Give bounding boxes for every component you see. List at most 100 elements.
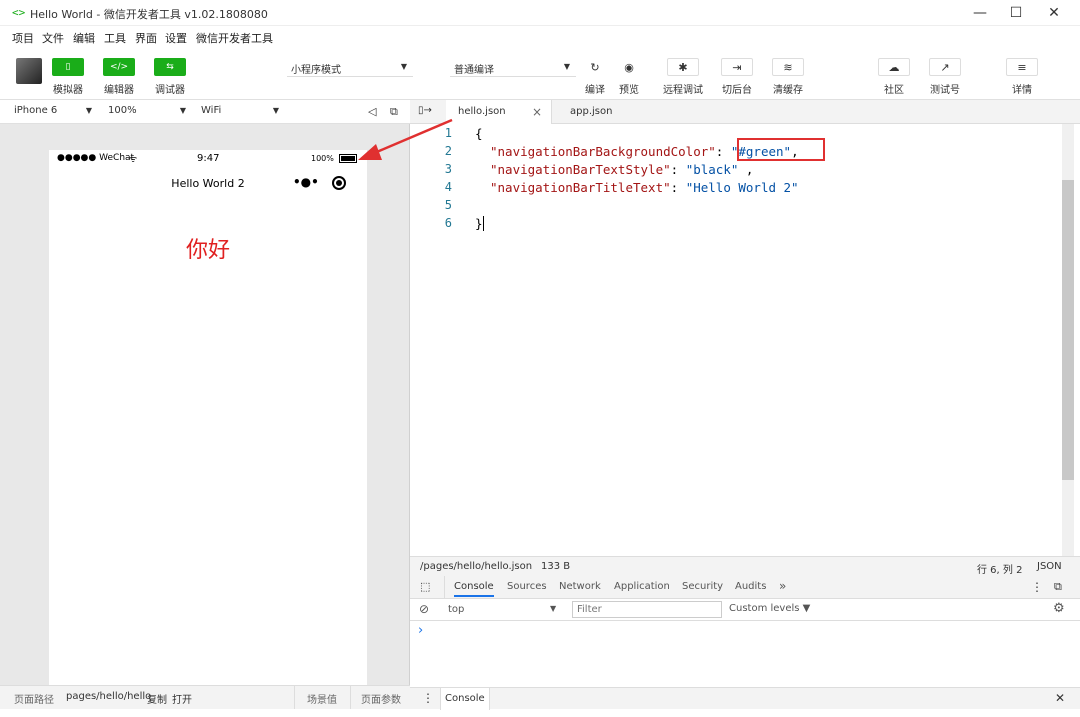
title-bar: <> Hello World - 微信开发者工具 v1.02.1808080 —… bbox=[0, 0, 1080, 26]
language-mode[interactable]: JSON bbox=[1037, 561, 1062, 572]
remote-debug-label: 远程调试 bbox=[663, 85, 703, 96]
details-label: 详情 bbox=[1012, 85, 1032, 96]
page-path-value: pages/hello/hello bbox=[66, 691, 152, 702]
code-line: } bbox=[475, 216, 484, 231]
scene-button[interactable]: 场景值 bbox=[307, 691, 337, 706]
menu-tools[interactable]: 工具 bbox=[104, 30, 126, 46]
json-key: "navigationBarTitleText" bbox=[490, 180, 671, 195]
mode-select-value: 小程序模式 bbox=[291, 65, 341, 76]
tab-app-json[interactable]: app.json bbox=[560, 100, 650, 124]
chevron-down-icon: ▼ bbox=[85, 106, 92, 115]
window-title: Hello World - 微信开发者工具 v1.02.1808080 bbox=[30, 8, 268, 21]
devtools-menu-icon[interactable]: ⋮ bbox=[1031, 580, 1043, 594]
more-icon[interactable]: •●• bbox=[293, 175, 319, 189]
menu-bar: 项目 文件 编辑 工具 界面 设置 微信开发者工具 bbox=[0, 26, 1080, 48]
copy-link[interactable]: 复制 bbox=[147, 691, 167, 706]
bug-icon[interactable]: ✱ bbox=[667, 58, 699, 76]
simulator-icon[interactable]: ▯ bbox=[52, 58, 84, 76]
tab-sources[interactable]: Sources bbox=[507, 581, 547, 592]
device-select[interactable]: iPhone 6 ▼ bbox=[10, 103, 96, 121]
drawer-tab-console[interactable]: Console bbox=[440, 688, 490, 710]
toolbar: ▯ 模拟器 </> 编辑器 ⇆ 调试器 小程序模式 ▼ 普通编译 ▼ ↻ 编译 … bbox=[0, 48, 1080, 100]
dock-icon[interactable]: ⧉ bbox=[1054, 580, 1062, 594]
gear-icon[interactable]: ⚙ bbox=[1053, 601, 1065, 616]
test-account-label: 测试号 bbox=[930, 85, 960, 96]
zoom-select[interactable]: 100% ▼ bbox=[104, 103, 190, 121]
menu-settings[interactable]: 设置 bbox=[165, 30, 187, 46]
console-drawer: ⋮ Console ✕ bbox=[410, 687, 1080, 710]
json-tail: , bbox=[738, 162, 754, 177]
context-select[interactable]: top ▼ bbox=[444, 602, 562, 618]
page-params-button[interactable]: 页面参数 bbox=[361, 691, 401, 706]
clear-console-icon[interactable]: ⊘ bbox=[419, 602, 429, 616]
background-icon[interactable]: ⇥ bbox=[721, 58, 753, 76]
menu-file[interactable]: 文件 bbox=[42, 30, 64, 46]
inspect-icon[interactable]: ⬚ bbox=[420, 580, 430, 593]
tab-audits[interactable]: Audits bbox=[735, 581, 766, 592]
network-select[interactable]: WiFi ▼ bbox=[197, 103, 283, 121]
line-number: 5 bbox=[444, 198, 452, 212]
editor-label: 编辑器 bbox=[104, 85, 134, 96]
compile-select-value: 普通编译 bbox=[454, 65, 494, 76]
close-icon[interactable]: × bbox=[532, 105, 542, 119]
editor-status-bar: /pages/hello/hello.json 133 B 行 6, 列 2 J… bbox=[410, 556, 1080, 576]
record-icon[interactable] bbox=[332, 176, 346, 190]
network-select-value: WiFi bbox=[201, 105, 222, 116]
json-separator: : bbox=[670, 180, 686, 195]
cursor-position[interactable]: 行 6, 列 2 bbox=[977, 561, 1022, 576]
editor-icon[interactable]: </> bbox=[103, 58, 135, 76]
battery-percent: 100% bbox=[311, 154, 334, 163]
minimize-button[interactable]: — bbox=[962, 0, 998, 26]
drawer-menu-icon[interactable]: ⋮ bbox=[422, 691, 434, 705]
editor-scrollbar-thumb[interactable] bbox=[1062, 180, 1074, 480]
device-bar: iPhone 6 ▼ 100% ▼ WiFi ▼ ◁ ⧉ bbox=[0, 100, 410, 124]
tab-application[interactable]: Application bbox=[614, 581, 670, 592]
avatar[interactable] bbox=[16, 58, 42, 84]
menu-icon[interactable]: ≡ bbox=[1006, 58, 1038, 76]
close-window-button[interactable]: ✕ bbox=[1036, 0, 1072, 26]
menu-project[interactable]: 项目 bbox=[12, 30, 34, 46]
page-path-bar: 页面路径 pages/hello/hello 复制 打开 场景值 页面参数 bbox=[0, 685, 410, 709]
line-number: 4 bbox=[444, 180, 452, 194]
debugger-label: 调试器 bbox=[155, 85, 185, 96]
mode-select[interactable]: 小程序模式 ▼ bbox=[287, 59, 413, 77]
eye-icon[interactable]: ◉ bbox=[613, 58, 645, 76]
tab-network[interactable]: Network bbox=[559, 581, 601, 592]
menu-devtools[interactable]: 微信开发者工具 bbox=[196, 30, 273, 46]
console-filter-bar: ⊘ top ▼ Custom levels ▼ ⚙ bbox=[410, 599, 1080, 621]
log-levels-select[interactable]: Custom levels ▼ bbox=[729, 603, 810, 614]
layers-icon[interactable]: ≋ bbox=[772, 58, 804, 76]
code-editor[interactable]: 1 { 2 "navigationBarBackgroundColor": "#… bbox=[410, 124, 1062, 556]
more-tabs-icon[interactable]: » bbox=[779, 579, 786, 593]
menu-view[interactable]: 界面 bbox=[135, 30, 157, 46]
tab-security[interactable]: Security bbox=[682, 581, 723, 592]
community-icon[interactable]: ☁ bbox=[878, 58, 910, 76]
highlight-box bbox=[737, 138, 825, 161]
tab-console[interactable]: Console bbox=[454, 581, 494, 597]
json-key: "navigationBarBackgroundColor" bbox=[490, 144, 716, 159]
open-link[interactable]: 打开 bbox=[172, 691, 192, 706]
editor-tab-bar: ▯→ hello.json × app.json bbox=[410, 100, 1080, 124]
chevron-down-icon: ▼ bbox=[272, 106, 279, 115]
divider bbox=[294, 686, 295, 709]
code-line: "navigationBarTextStyle": "black" , bbox=[490, 162, 753, 177]
close-drawer-icon[interactable]: ✕ bbox=[1055, 691, 1065, 705]
console-filter-input[interactable] bbox=[572, 601, 722, 618]
json-value: "Hello World 2" bbox=[685, 180, 799, 195]
refresh-icon[interactable]: ↻ bbox=[579, 58, 611, 76]
compile-mode-select[interactable]: 普通编译 ▼ bbox=[450, 59, 576, 77]
divider bbox=[350, 686, 351, 709]
external-link-icon[interactable]: ↗ bbox=[929, 58, 961, 76]
tab-hello-json[interactable]: hello.json × bbox=[446, 100, 552, 124]
phone-status-bar: ●●●●● WeChat ᯤ 9:47 100% bbox=[49, 150, 367, 168]
json-value: "black" bbox=[685, 162, 739, 177]
json-key: "navigationBarTextStyle" bbox=[490, 162, 671, 177]
debugger-icon[interactable]: ⇆ bbox=[154, 58, 186, 76]
menu-edit[interactable]: 编辑 bbox=[73, 30, 95, 46]
app-icon: <> bbox=[12, 6, 26, 19]
divider bbox=[444, 576, 445, 598]
console-output[interactable]: › bbox=[410, 621, 1080, 687]
phone-screen: ●●●●● WeChat ᯤ 9:47 100% Hello World 2 •… bbox=[49, 150, 367, 685]
page-path-label: 页面路径 bbox=[14, 695, 54, 706]
maximize-button[interactable]: ☐ bbox=[998, 0, 1034, 26]
